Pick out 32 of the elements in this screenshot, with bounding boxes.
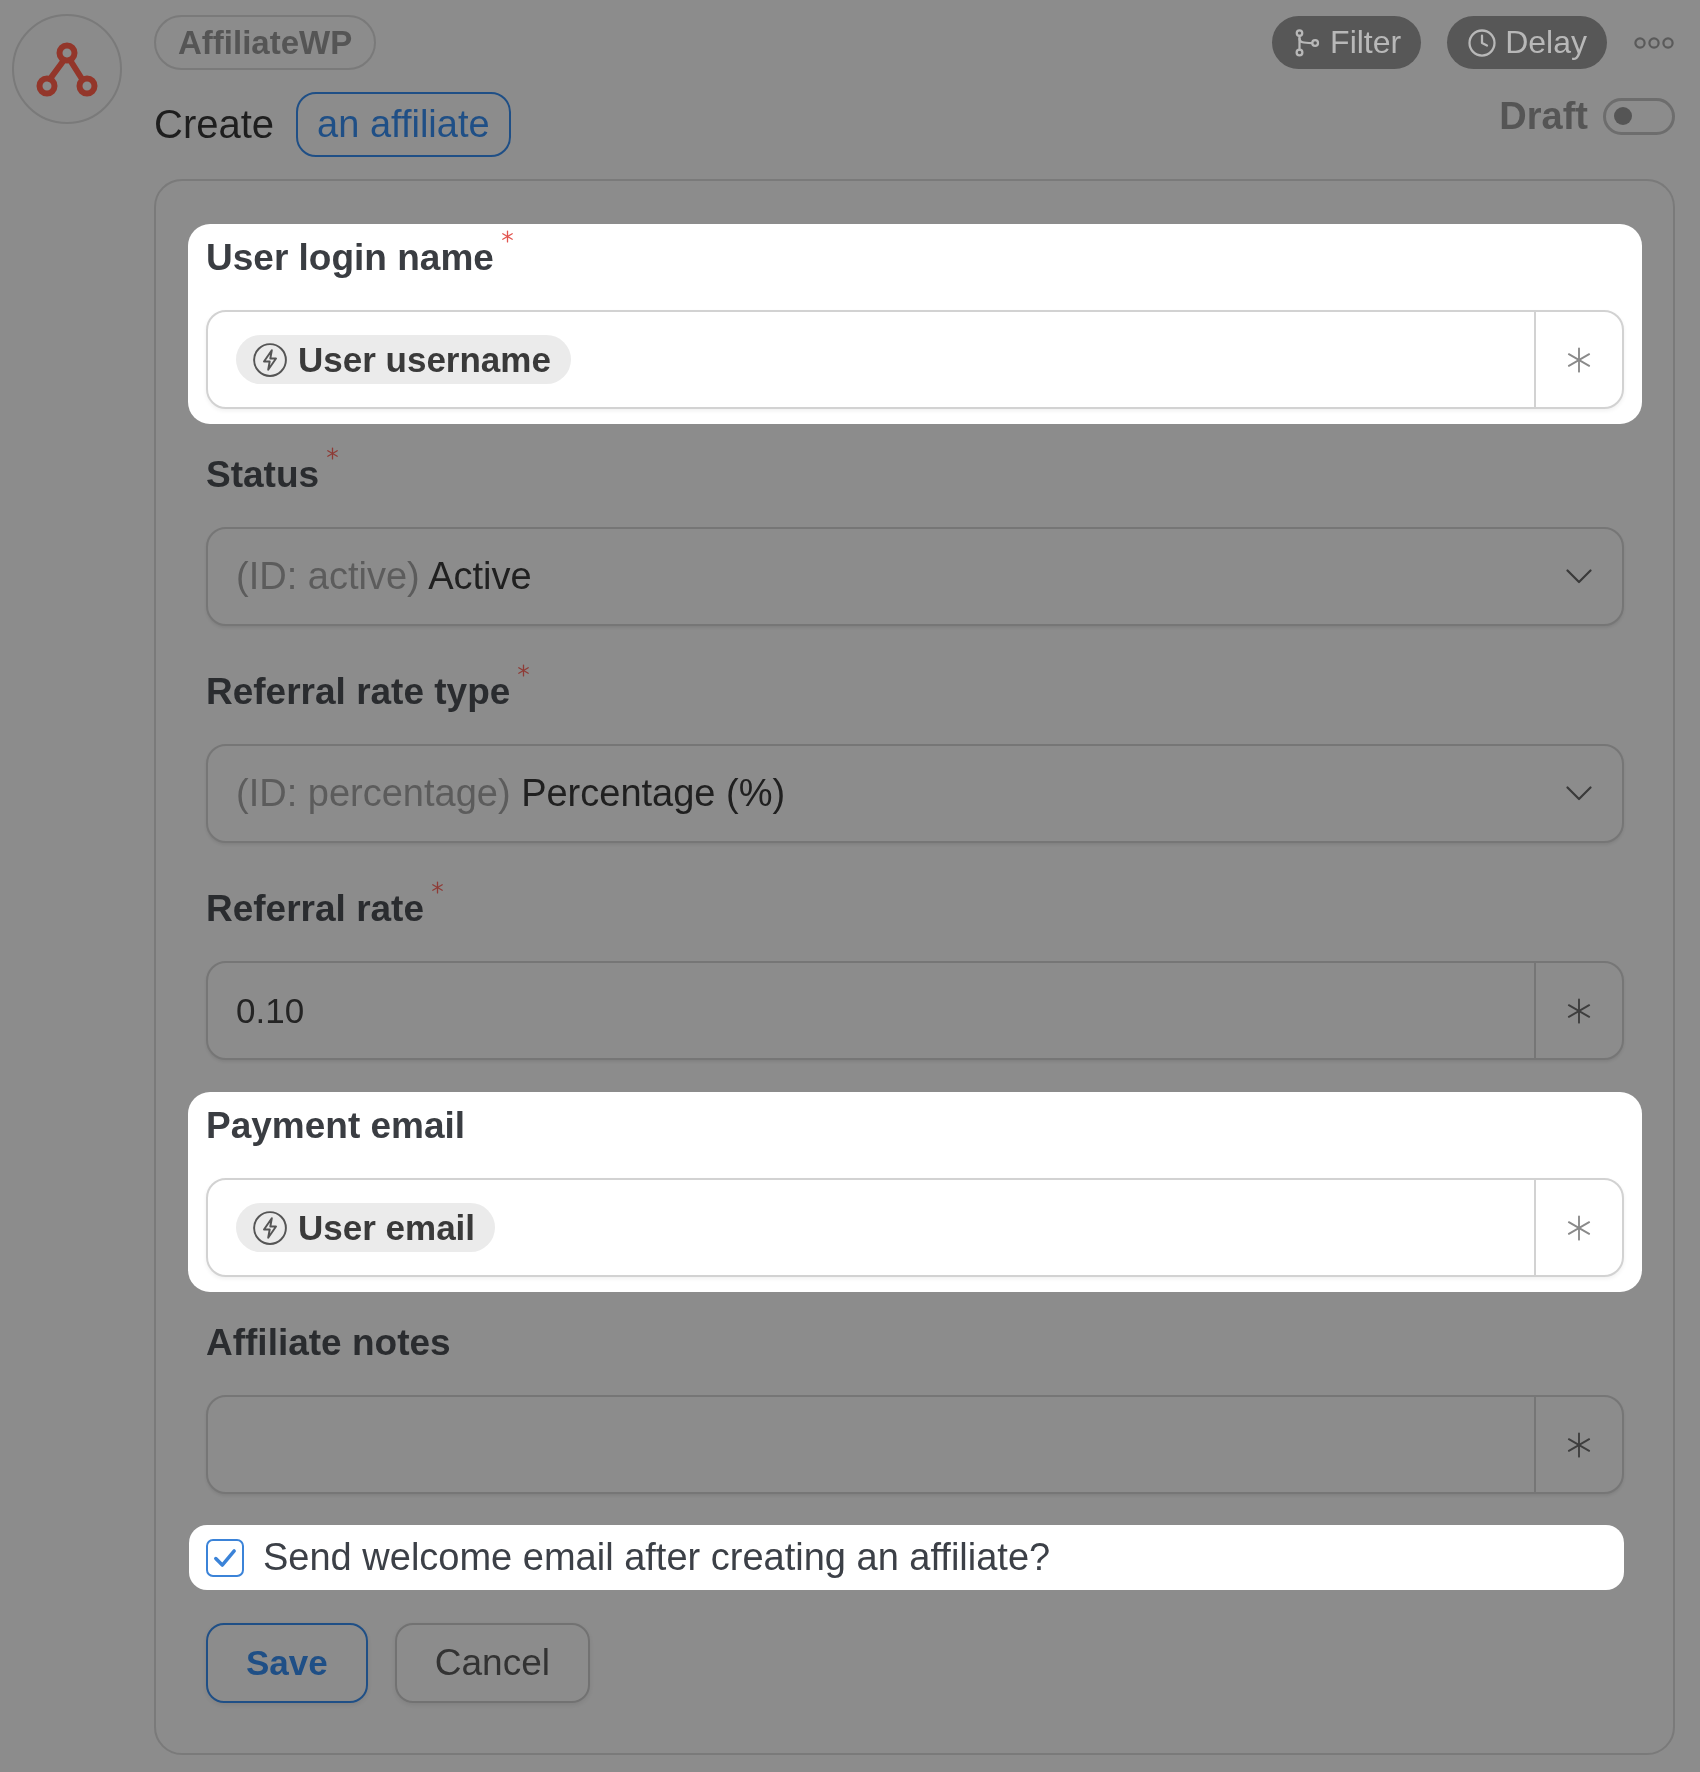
- field-label: User login name: [206, 236, 494, 280]
- input-field[interactable]: [206, 1395, 1624, 1494]
- asterisk-icon: [1565, 1213, 1593, 1242]
- field-label: Referral rate: [206, 887, 424, 931]
- field-label: Status: [206, 453, 320, 497]
- cancel-button[interactable]: Cancel: [394, 1623, 590, 1703]
- asterisk-icon: [1565, 1430, 1593, 1459]
- more-icon[interactable]: [1633, 35, 1675, 50]
- action-chip[interactable]: an affiliate: [296, 92, 511, 157]
- input-field[interactable]: 0.10: [206, 961, 1624, 1060]
- asterisk-icon: [1565, 996, 1593, 1025]
- action-verb-text: Create: [154, 102, 275, 147]
- field-label: Referral rate type: [206, 670, 511, 714]
- filter-button[interactable]: Filter: [1272, 16, 1422, 69]
- toggle-switch[interactable]: [1603, 97, 1675, 135]
- chevron-down-icon: [1566, 569, 1592, 584]
- checkbox-label: Send welcome email after creating an affiliate?: [263, 1536, 1051, 1579]
- asterisk-icon: [1565, 345, 1593, 374]
- field-label: Affiliate notes: [206, 1321, 451, 1365]
- delay-button[interactable]: Delay: [1447, 16, 1607, 69]
- input-field[interactable]: User email: [206, 1178, 1624, 1277]
- bolt-icon: [252, 1209, 288, 1246]
- clock-icon: [1467, 27, 1498, 58]
- input-field[interactable]: User username: [206, 310, 1624, 409]
- checkbox[interactable]: [206, 1538, 244, 1577]
- save-button[interactable]: Save: [206, 1623, 368, 1703]
- bolt-icon: [252, 341, 288, 378]
- field-label: Payment email: [206, 1104, 466, 1148]
- logo-icon: [12, 14, 122, 124]
- chevron-down-icon: [1566, 786, 1592, 801]
- variable-chip[interactable]: User email: [236, 1203, 496, 1252]
- variable-chip[interactable]: User username: [236, 335, 571, 384]
